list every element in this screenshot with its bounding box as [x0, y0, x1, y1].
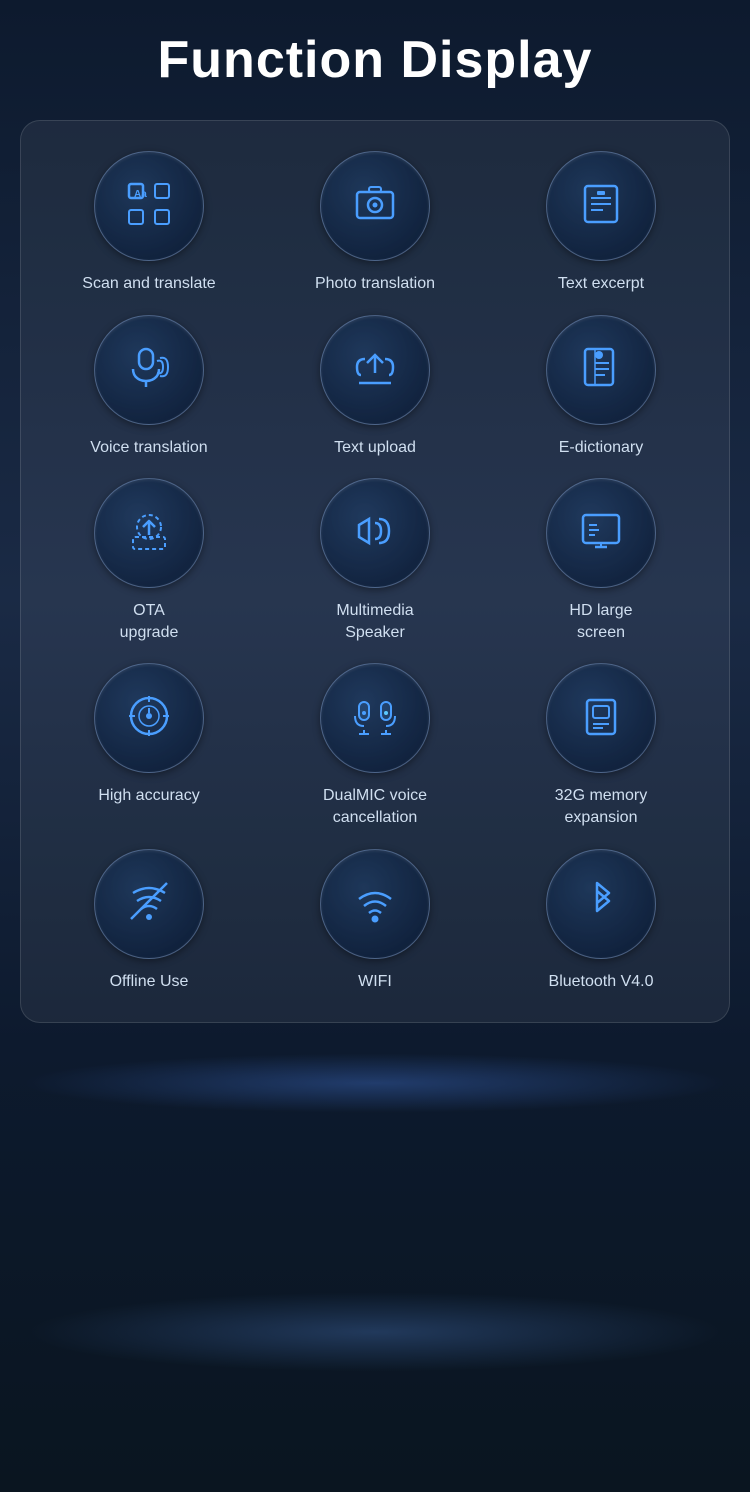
icon-circle-ota-upgrade	[94, 478, 204, 588]
feature-item-text-excerpt: Text excerpt	[493, 151, 709, 295]
speaker-icon	[349, 505, 401, 562]
wifi-icon	[349, 875, 401, 932]
upload-icon	[349, 341, 401, 398]
feature-label-e-dictionary: E-dictionary	[559, 437, 643, 459]
feature-label-offline-use: Offline Use	[110, 971, 189, 993]
icon-circle-scan-translate: Aa	[94, 151, 204, 261]
feature-item-scan-translate: Aa Scan and translate	[41, 151, 257, 295]
feature-label-voice-translation: Voice translation	[90, 437, 207, 459]
feature-label-memory-expansion: 32G memoryexpansion	[555, 785, 647, 828]
feature-item-e-dictionary: E-dictionary	[493, 315, 709, 459]
feature-label-wifi: WIFI	[358, 971, 392, 993]
icon-circle-text-excerpt	[546, 151, 656, 261]
feature-item-ota-upgrade: OTAupgrade	[41, 478, 257, 643]
feature-item-voice-translation: Voice translation	[41, 315, 257, 459]
icon-circle-dual-mic	[320, 663, 430, 773]
ota-icon	[123, 505, 175, 562]
feature-grid: Aa Scan and translate Photo translation …	[41, 151, 709, 992]
mic-icon	[349, 690, 401, 747]
feature-label-ota-upgrade: OTAupgrade	[120, 600, 179, 643]
feature-item-multimedia-speaker: MultimediaSpeaker	[267, 478, 483, 643]
svg-text:Aa: Aa	[134, 189, 147, 200]
icon-circle-wifi	[320, 849, 430, 959]
feature-item-photo-translation: Photo translation	[267, 151, 483, 295]
icon-circle-bluetooth	[546, 849, 656, 959]
feature-label-text-upload: Text upload	[334, 437, 416, 459]
icon-circle-photo-translation	[320, 151, 430, 261]
icon-circle-hd-screen	[546, 478, 656, 588]
feature-label-hd-screen: HD largescreen	[569, 600, 632, 643]
feature-label-multimedia-speaker: MultimediaSpeaker	[336, 600, 413, 643]
page-title: Function Display	[158, 30, 593, 90]
feature-label-photo-translation: Photo translation	[315, 273, 435, 295]
feature-item-hd-screen: HD largescreen	[493, 478, 709, 643]
feature-item-wifi: WIFI	[267, 849, 483, 993]
feature-grid-container: Aa Scan and translate Photo translation …	[20, 120, 730, 1023]
icon-circle-e-dictionary	[546, 315, 656, 425]
feature-item-high-accuracy: High accuracy	[41, 663, 257, 828]
feature-label-bluetooth: Bluetooth V4.0	[549, 971, 654, 993]
accuracy-icon	[123, 690, 175, 747]
memory-icon	[575, 690, 627, 747]
voice-icon	[123, 341, 175, 398]
text-excerpt-icon	[575, 178, 627, 235]
icon-circle-memory-expansion	[546, 663, 656, 773]
bottom-glow	[20, 1053, 730, 1113]
bluetooth-icon	[575, 875, 627, 932]
feature-item-bluetooth: Bluetooth V4.0	[493, 849, 709, 993]
feature-label-high-accuracy: High accuracy	[98, 785, 199, 807]
feature-label-scan-translate: Scan and translate	[82, 273, 215, 295]
feature-label-dual-mic: DualMIC voicecancellation	[323, 785, 427, 828]
icon-circle-offline-use	[94, 849, 204, 959]
scan-icon: Aa	[123, 178, 175, 235]
feature-label-text-excerpt: Text excerpt	[558, 273, 644, 295]
feature-item-dual-mic: DualMIC voicecancellation	[267, 663, 483, 828]
feature-item-memory-expansion: 32G memoryexpansion	[493, 663, 709, 828]
screen-icon	[575, 505, 627, 562]
dictionary-icon	[575, 341, 627, 398]
icon-circle-text-upload	[320, 315, 430, 425]
icon-circle-multimedia-speaker	[320, 478, 430, 588]
icon-circle-voice-translation	[94, 315, 204, 425]
offline-icon	[123, 875, 175, 932]
photo-icon	[349, 178, 401, 235]
feature-item-offline-use: Offline Use	[41, 849, 257, 993]
feature-item-text-upload: Text upload	[267, 315, 483, 459]
icon-circle-high-accuracy	[94, 663, 204, 773]
